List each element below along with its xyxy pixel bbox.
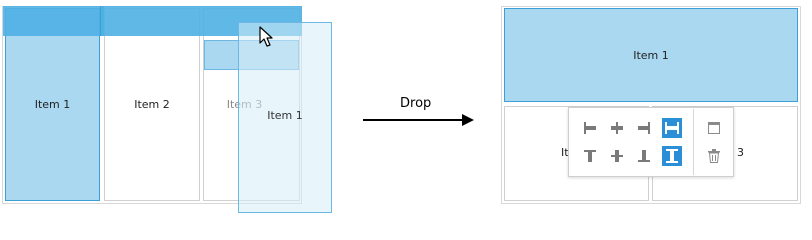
align-center-horizontal-button[interactable] [607, 118, 627, 138]
stretch-vertical-icon [666, 149, 678, 163]
stretch-vertical-button[interactable] [662, 146, 682, 166]
bottom-right-label: 3 [737, 146, 744, 159]
align-left-button[interactable] [580, 118, 600, 138]
maximize-window-button[interactable] [704, 118, 724, 138]
item-2-label: Item 2 [134, 98, 170, 111]
dragged-item-ghost[interactable]: Item 1 [238, 22, 332, 213]
align-bottom-button[interactable] [634, 146, 654, 166]
align-left-icon [584, 122, 596, 134]
stretch-horizontal-icon [665, 122, 679, 134]
item-1-tile-after[interactable]: Item 1 [504, 8, 798, 102]
item-1-tile-before[interactable]: Item 1 [5, 8, 100, 201]
align-middle-vertical-icon [611, 150, 623, 162]
mouse-cursor-icon [259, 26, 273, 47]
align-right-button[interactable] [634, 118, 654, 138]
delete-button[interactable] [704, 146, 724, 166]
drop-caption: Drop [400, 96, 432, 111]
stretch-horizontal-button[interactable] [662, 118, 682, 138]
maximize-window-icon [708, 122, 720, 134]
align-right-icon [638, 122, 650, 134]
item-2-tile[interactable]: Item 2 [104, 8, 200, 201]
trash-icon [708, 149, 720, 163]
arrow-head-icon [462, 114, 474, 126]
toolbar-separator [693, 109, 694, 175]
align-bottom-icon [638, 150, 650, 162]
transition-arrow-line [363, 119, 465, 121]
align-middle-vertical-button[interactable] [607, 146, 627, 166]
item-1-after-label: Item 1 [633, 48, 669, 62]
align-top-button[interactable] [580, 146, 600, 166]
align-top-icon [584, 150, 596, 162]
align-center-horizontal-icon [611, 122, 623, 134]
dragged-item-label: Item 1 [267, 109, 303, 122]
drop-indicator-divider [100, 6, 104, 36]
item-1-label: Item 1 [34, 98, 71, 111]
